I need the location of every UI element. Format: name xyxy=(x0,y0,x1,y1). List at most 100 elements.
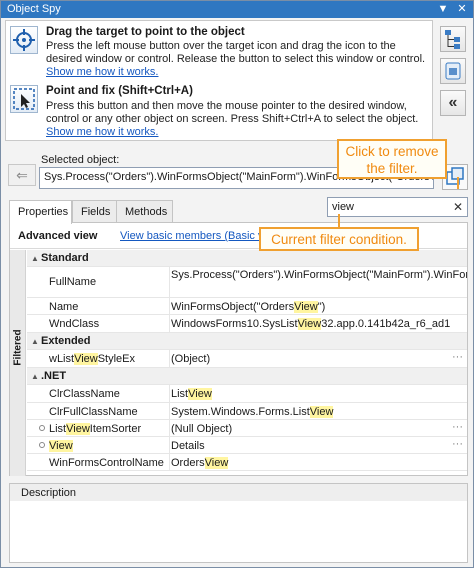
description-panel: Description xyxy=(9,483,468,563)
name-text: wList xyxy=(49,353,75,365)
collapse-icon[interactable]: ▲ xyxy=(31,372,41,381)
property-name: ClrFullClassName xyxy=(27,403,170,419)
point-tool-title: Point and fix (Shift+Ctrl+A) xyxy=(46,85,193,97)
back-button[interactable]: ⇐ xyxy=(8,164,36,186)
filtered-label: Filtered xyxy=(12,329,24,366)
property-name: Name xyxy=(27,298,170,314)
ellipsis-button[interactable]: ··· xyxy=(452,438,463,450)
filter-input[interactable]: view ✕ xyxy=(327,197,468,217)
selected-object-label: Selected object: xyxy=(41,154,120,166)
name-text: StyleEx xyxy=(97,353,136,365)
property-value: Details xyxy=(171,440,205,452)
property-name: FullName xyxy=(27,267,170,297)
value-text: WinFormsObject("Orders xyxy=(171,301,295,313)
clear-filter-icon[interactable]: ✕ xyxy=(453,200,463,214)
tab-properties[interactable]: Properties xyxy=(9,200,72,224)
advanced-view-title: Advanced view xyxy=(18,230,98,242)
filter-match: View xyxy=(294,301,318,313)
remove-filter-callout: Click to remove the filter. xyxy=(337,139,447,179)
filter-match: View xyxy=(204,457,229,469)
property-name: ClrClassName xyxy=(27,385,170,402)
selection-tools-panel: Drag the target to point to the object P… xyxy=(5,20,433,141)
filter-match: View xyxy=(297,318,322,330)
arrow-left-icon: ⇐ xyxy=(16,167,28,183)
drag-target-button[interactable] xyxy=(10,26,38,54)
tree-icon xyxy=(445,30,460,49)
property-value: (Object) xyxy=(171,353,211,365)
value-text: WindowsForms10.SysList xyxy=(171,318,298,330)
property-row-winformscontrolname[interactable]: WinFormsControlName OrdersView xyxy=(27,454,467,471)
property-name: View xyxy=(27,437,170,453)
property-row-wndclass[interactable]: WndClass WindowsForms10.SysListView32.ap… xyxy=(27,315,467,333)
property-value: OrdersView xyxy=(171,454,467,470)
category-label: Standard xyxy=(41,252,89,264)
property-grid: ▲ Standard FullName Sys.Process("Orders")… xyxy=(27,250,467,471)
object-tree-button[interactable] xyxy=(440,26,466,52)
value-text: 32.app.0.141b42a_r6_ad1 xyxy=(321,318,451,330)
name-text: List xyxy=(49,423,67,435)
collapse-icon[interactable]: ▲ xyxy=(31,337,41,346)
property-value: Sys.Process("Orders").WinFormsObject("Ma… xyxy=(171,269,467,281)
title-bar: Object Spy ▼ ✕ xyxy=(1,1,473,18)
point-tool-description: Press this button and then move the mous… xyxy=(46,100,426,139)
property-name: wListViewStyleEx xyxy=(27,350,170,367)
value-text: Orders xyxy=(171,457,205,469)
map-object-button[interactable] xyxy=(440,58,466,84)
callout-pointer-line xyxy=(457,177,459,189)
property-row-fullname[interactable]: FullName Sys.Process("Orders").WinFormsO… xyxy=(27,267,467,298)
property-name: WndClass xyxy=(27,315,170,332)
property-row-clrclassname[interactable]: ClrClassName ListView xyxy=(27,385,467,403)
value-text: ") xyxy=(317,301,326,313)
property-value: ListView xyxy=(171,385,467,401)
pointer-frame-icon xyxy=(13,88,35,110)
category-label: Extended xyxy=(41,335,91,347)
filter-match: View xyxy=(49,440,73,452)
property-row-wlistviewstyleex[interactable]: wListViewStyleEx (Object) ··· xyxy=(27,350,467,368)
category-label: .NET xyxy=(41,370,67,382)
properties-panel: Advanced view View basic members (Basic … xyxy=(9,222,468,476)
property-value: WindowsForms10.SysListView32.app.0.141b4… xyxy=(171,315,467,331)
database-icon xyxy=(445,62,461,80)
drag-tool-description: Press the left mouse button over the tar… xyxy=(46,40,426,79)
object-spy-window: Object Spy ▼ ✕ Drag the target to point … xyxy=(0,0,474,568)
filter-match: View xyxy=(66,423,90,435)
collapse-panel-button[interactable]: « xyxy=(440,90,466,116)
property-row-view[interactable]: View Details ··· xyxy=(27,437,467,454)
ellipsis-button[interactable]: ··· xyxy=(452,351,463,363)
drag-tool-title: Drag the target to point to the object xyxy=(46,26,245,38)
filter-match: View xyxy=(74,353,98,365)
filter-condition-callout: Current filter condition. xyxy=(259,227,419,251)
filter-value: view xyxy=(332,201,355,213)
category-standard[interactable]: ▲ Standard xyxy=(27,250,467,267)
property-row-clrfullclassname[interactable]: ClrFullClassName System.Windows.Forms.Li… xyxy=(27,403,467,420)
tab-methods[interactable]: Methods xyxy=(116,200,173,222)
window-title: Object Spy xyxy=(7,3,61,15)
tab-fields[interactable]: Fields xyxy=(72,200,117,222)
value-text: System.Windows.Forms.List xyxy=(171,406,310,418)
point-tool-help-link[interactable]: Show me how it works. xyxy=(46,126,158,138)
point-tool-text: Press this button and then move the mous… xyxy=(46,100,419,125)
close-icon[interactable]: ✕ xyxy=(456,3,468,15)
value-text: List xyxy=(171,388,189,400)
description-title: Description xyxy=(10,484,467,501)
callout-pointer-line xyxy=(338,214,340,227)
filter-match: View xyxy=(188,388,212,400)
category-net[interactable]: ▲ .NET xyxy=(27,368,467,385)
category-extended[interactable]: ▲ Extended xyxy=(27,333,467,350)
property-row-listviewitemsorter[interactable]: ListViewItemSorter (Null Object) ··· xyxy=(27,420,467,437)
property-value: System.Windows.Forms.ListView xyxy=(171,403,467,419)
drag-tool-text: Press the left mouse button over the tar… xyxy=(46,40,426,65)
drag-tool-help-link[interactable]: Show me how it works. xyxy=(46,66,158,78)
crosshair-target-icon xyxy=(13,29,35,51)
ellipsis-button[interactable]: ··· xyxy=(452,421,463,433)
property-name: WinFormsControlName xyxy=(27,454,170,470)
collapse-icon[interactable]: ▲ xyxy=(31,254,41,263)
pin-icon[interactable]: ▼ xyxy=(437,3,449,15)
filter-match: View xyxy=(309,406,334,418)
property-value: WinFormsObject("OrdersView") xyxy=(171,298,467,314)
name-text: ItemSorter xyxy=(89,423,142,435)
property-value: (Null Object) xyxy=(171,423,233,435)
property-row-name[interactable]: Name WinFormsObject("OrdersView") xyxy=(27,298,467,315)
filtered-indicator: Filtered xyxy=(10,250,26,476)
point-and-fix-button[interactable] xyxy=(10,85,38,113)
